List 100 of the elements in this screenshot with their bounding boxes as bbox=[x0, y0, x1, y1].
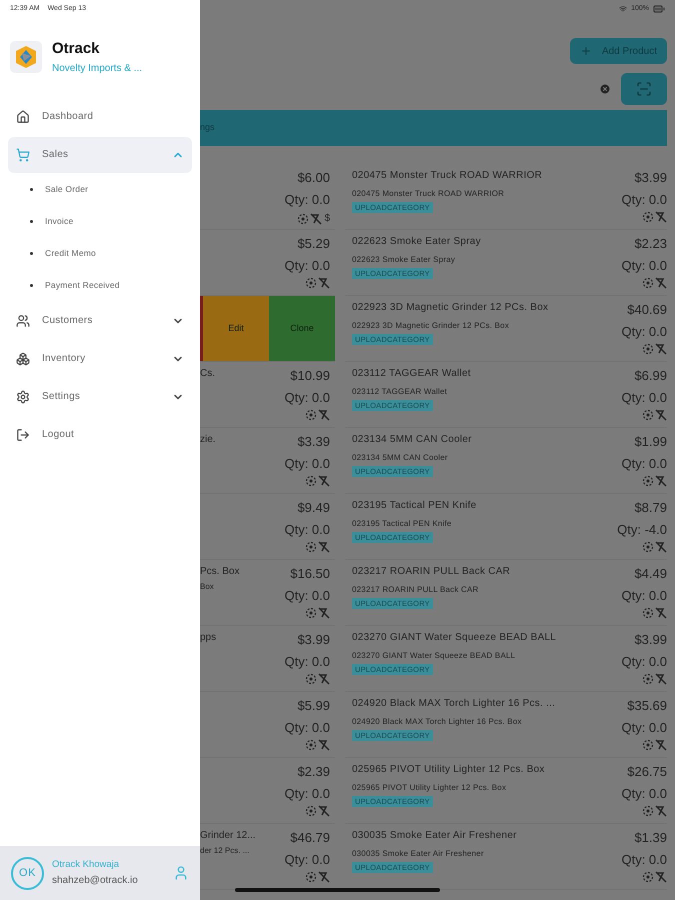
menu-item[interactable]: Logout bbox=[8, 416, 192, 452]
app-logo-icon bbox=[10, 40, 42, 73]
product-qty: Qty: 0.0 bbox=[621, 652, 667, 671]
scan-icon[interactable] bbox=[642, 541, 654, 553]
plus-icon bbox=[580, 45, 592, 57]
menu-item[interactable]: Customers bbox=[8, 302, 192, 338]
product-qty: Qty: 0.0 bbox=[284, 454, 330, 473]
scan-icon[interactable] bbox=[642, 871, 654, 883]
scan-icon[interactable] bbox=[642, 607, 654, 619]
scan-icon[interactable] bbox=[642, 211, 654, 223]
product-name: Pcs. Box bbox=[200, 565, 240, 579]
tag-off-icon[interactable] bbox=[318, 541, 330, 553]
product-qty: Qty: 0.0 bbox=[621, 190, 667, 209]
product-price: $6.99 bbox=[634, 367, 667, 385]
tag-off-icon[interactable] bbox=[655, 475, 667, 487]
submenu-item[interactable]: Sale Order bbox=[45, 183, 88, 196]
scan-icon[interactable] bbox=[642, 805, 654, 817]
scan-icon[interactable] bbox=[297, 212, 310, 224]
menu-label: Logout bbox=[42, 428, 76, 442]
price-mark: $ bbox=[324, 212, 330, 226]
menu-label: Inventory bbox=[42, 352, 86, 366]
tag-off-icon[interactable] bbox=[655, 805, 667, 817]
product-name: Cs. bbox=[200, 367, 216, 381]
submenu-item[interactable]: Invoice bbox=[45, 215, 74, 228]
tag-off-icon[interactable] bbox=[318, 607, 330, 619]
product-price: $3.39 bbox=[297, 433, 330, 451]
submenu-item[interactable]: Credit Memo bbox=[45, 247, 96, 260]
scan-icon[interactable] bbox=[305, 739, 317, 751]
product-price: $2.39 bbox=[297, 763, 330, 781]
scan-icon[interactable] bbox=[642, 277, 654, 289]
swipe-action-button[interactable]: Edit bbox=[203, 296, 269, 361]
scan-icon[interactable] bbox=[305, 541, 317, 553]
product-name: Grinder 12... bbox=[200, 829, 257, 843]
product-qty: Qty: 0.0 bbox=[621, 850, 667, 869]
menu-label: Settings bbox=[42, 390, 82, 404]
tag-off-icon[interactable] bbox=[318, 805, 330, 817]
product-description: 024920 Black MAX Torch Lighter 16 Pcs. Box bbox=[352, 716, 523, 728]
product-price: $1.99 bbox=[634, 433, 667, 451]
tag-off-icon[interactable] bbox=[655, 277, 667, 289]
product-price: $16.50 bbox=[290, 565, 330, 583]
menu-item[interactable]: Sales bbox=[8, 136, 192, 172]
scan-icon[interactable] bbox=[305, 673, 317, 685]
battery-icon bbox=[653, 3, 665, 15]
product-price: $3.99 bbox=[634, 169, 667, 187]
product-description: 022623 Smoke Eater Spray bbox=[352, 254, 456, 266]
product-price: $2.23 bbox=[634, 235, 667, 253]
product-price: $35.69 bbox=[627, 697, 667, 715]
tag-off-icon[interactable] bbox=[318, 739, 330, 751]
product-qty: Qty: 0.0 bbox=[621, 454, 667, 473]
product-name: 020475 Monster Truck ROAD WARRIOR bbox=[352, 169, 544, 183]
product-qty: Qty: 0.0 bbox=[621, 322, 667, 341]
product-qty: Qty: 0.0 bbox=[284, 718, 330, 737]
tag-off-icon[interactable] bbox=[655, 871, 667, 883]
product-name: 023270 GIANT Water Squeeze BEAD BALL bbox=[352, 631, 558, 645]
product-qty: Qty: 0.0 bbox=[621, 388, 667, 407]
scan-icon[interactable] bbox=[642, 673, 654, 685]
product-name: 024920 Black MAX Torch Lighter 16 Pcs. ... bbox=[352, 697, 556, 711]
tag-off-icon[interactable] bbox=[655, 673, 667, 685]
submenu-item[interactable]: Payment Received bbox=[45, 279, 120, 292]
product-description: 023134 5MM CAN Cooler bbox=[352, 452, 449, 464]
menu-icon bbox=[16, 390, 30, 404]
tag-off-icon[interactable] bbox=[655, 739, 667, 751]
tag-off-icon[interactable] bbox=[310, 212, 322, 224]
scan-icon[interactable] bbox=[305, 475, 317, 487]
menu-item[interactable]: Dashboard bbox=[8, 98, 192, 134]
tag-off-icon[interactable] bbox=[655, 607, 667, 619]
scan-icon[interactable] bbox=[305, 805, 317, 817]
tag-off-icon[interactable] bbox=[318, 871, 330, 883]
tag-off-icon[interactable] bbox=[318, 409, 330, 421]
scan-icon[interactable] bbox=[305, 409, 317, 421]
scan-icon[interactable] bbox=[642, 739, 654, 751]
product-qty: Qty: 0.0 bbox=[621, 718, 667, 737]
tag-off-icon[interactable] bbox=[655, 211, 667, 223]
product-price: $26.75 bbox=[627, 763, 667, 781]
user-avatar: OK bbox=[11, 856, 44, 890]
product-qty: Qty: -4.0 bbox=[617, 520, 667, 539]
scan-icon[interactable] bbox=[642, 475, 654, 487]
scan-icon[interactable] bbox=[642, 409, 654, 421]
menu-label: Customers bbox=[42, 314, 94, 328]
clear-icon[interactable] bbox=[599, 83, 611, 95]
menu-icon bbox=[16, 428, 30, 442]
scan-icon[interactable] bbox=[305, 607, 317, 619]
bullet-icon bbox=[30, 284, 33, 287]
tag-off-icon[interactable] bbox=[655, 409, 667, 421]
product-price: $4.49 bbox=[634, 565, 667, 583]
scan-icon[interactable] bbox=[642, 343, 654, 355]
tag-off-icon[interactable] bbox=[655, 541, 667, 553]
product-price: $40.69 bbox=[627, 301, 667, 319]
tag-off-icon[interactable] bbox=[655, 343, 667, 355]
scan-icon[interactable] bbox=[305, 871, 317, 883]
product-description: 023270 GIANT Water Squeeze BEAD BALL bbox=[352, 650, 516, 662]
scan-button[interactable] bbox=[621, 73, 667, 105]
menu-item[interactable]: Inventory bbox=[8, 340, 192, 376]
tag-off-icon[interactable] bbox=[318, 673, 330, 685]
product-price: $9.49 bbox=[297, 499, 330, 517]
tag-off-icon[interactable] bbox=[318, 277, 330, 289]
menu-item[interactable]: Settings bbox=[8, 378, 192, 414]
scan-icon[interactable] bbox=[305, 277, 317, 289]
tag-off-icon[interactable] bbox=[318, 475, 330, 487]
product-description: 020475 Monster Truck ROAD WARRIOR bbox=[352, 188, 506, 200]
